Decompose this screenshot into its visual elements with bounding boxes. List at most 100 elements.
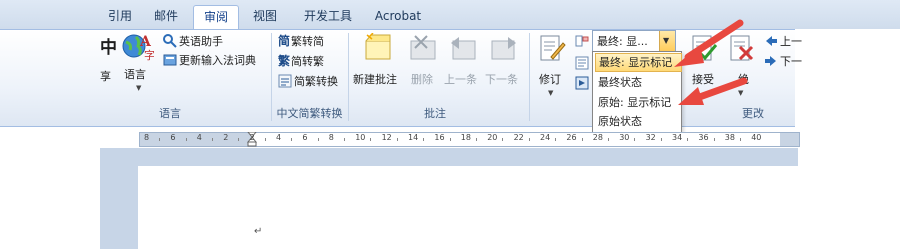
ribbon-tab-bar: 引用 邮件 审阅 视图 开发工具 Acrobat bbox=[0, 0, 900, 30]
ruler-minor-tick bbox=[634, 138, 636, 141]
paragraph-mark: ↵ bbox=[254, 226, 263, 237]
trad-to-simp-label: 繁转简 bbox=[291, 35, 324, 48]
ruler-minor-tick bbox=[687, 138, 689, 141]
ruler-tick-label: 30 bbox=[619, 133, 630, 142]
previous-comment-icon bbox=[451, 37, 476, 60]
conversion-label: 简繁转换 bbox=[294, 75, 338, 88]
comments-group-label: 批注 bbox=[424, 107, 446, 120]
ruler-minor-tick bbox=[660, 138, 662, 141]
balloons-button[interactable] bbox=[575, 33, 589, 50]
next-comment-icon bbox=[491, 37, 516, 60]
simp-to-trad-button[interactable]: 繁简转繁 bbox=[278, 53, 324, 70]
new-comment-label: 新建批注 bbox=[353, 73, 397, 86]
ruler-minor-tick bbox=[291, 138, 293, 141]
conversion-button[interactable]: 简繁转换 bbox=[278, 73, 338, 90]
previous-comment-label: 上一条 bbox=[444, 73, 477, 86]
delete-comment-icon bbox=[410, 35, 436, 60]
language-button[interactable]: A 字 语言 ▼ bbox=[119, 32, 157, 102]
conversion-icon bbox=[278, 74, 292, 88]
ruler-tick-label: 28 bbox=[592, 133, 603, 142]
arrow-head-icon bbox=[678, 87, 704, 105]
ruler-minor-tick bbox=[528, 138, 530, 141]
arrow-pointer-icon bbox=[690, 77, 748, 103]
svg-text:A: A bbox=[139, 34, 152, 50]
language-icon: A 字 bbox=[122, 34, 154, 62]
ruler-minor-tick bbox=[396, 138, 398, 141]
ruler-minor-tick bbox=[185, 138, 187, 141]
ruler-tick-label: 24 bbox=[540, 133, 551, 142]
ruler-minor-tick bbox=[238, 138, 240, 141]
ruler-minor-tick bbox=[555, 138, 557, 141]
balloons-icon bbox=[575, 35, 589, 47]
tab-acrobat[interactable]: Acrobat bbox=[368, 5, 428, 29]
new-comment-button[interactable]: 新建批注 bbox=[353, 33, 403, 88]
previous-change-label: 上一 bbox=[780, 35, 802, 48]
ruler-minor-tick bbox=[423, 138, 425, 141]
tab-view[interactable]: 视图 bbox=[243, 5, 287, 29]
group-separator bbox=[348, 33, 349, 121]
reviewing-pane-button[interactable] bbox=[575, 55, 589, 72]
ruler-tick-label: 26 bbox=[566, 133, 577, 142]
ruler-minor-tick bbox=[476, 138, 477, 141]
tab-mailings[interactable]: 邮件 bbox=[144, 5, 188, 29]
ruler-minor-tick bbox=[581, 138, 583, 141]
trad-to-simp-button[interactable]: 简繁转简 bbox=[278, 33, 324, 50]
ruler-minor-tick bbox=[212, 138, 213, 141]
ruler-minor-tick bbox=[264, 138, 266, 141]
horizontal-ruler[interactable]: 8 6 4 2 2 4 6 8 10 12 14 16 18 20 22 24 26 28 30 32 34 36 38 40 bbox=[139, 132, 800, 147]
ruler-tick-label: 2 bbox=[223, 133, 229, 142]
ruler-tick-label: 34 bbox=[672, 133, 683, 142]
document-page[interactable] bbox=[138, 166, 798, 249]
track-changes-icon bbox=[540, 35, 566, 61]
partial-button-label: 享 bbox=[100, 70, 111, 83]
ruler-tick-label: 20 bbox=[487, 133, 498, 142]
ruler-tick-label: 6 bbox=[170, 133, 176, 142]
reviewing-pane-icon bbox=[575, 56, 589, 70]
ruler-minor-tick bbox=[502, 138, 504, 141]
ruler-minor-tick bbox=[740, 138, 741, 141]
language-label: 语言 bbox=[124, 68, 146, 81]
ruler-tick-label: 40 bbox=[751, 133, 762, 142]
next-change-button[interactable]: 下一 bbox=[764, 53, 802, 70]
next-comment-button[interactable]: 下一条 bbox=[485, 33, 523, 88]
show-markup-icon bbox=[575, 76, 589, 90]
group-separator bbox=[529, 33, 530, 121]
trad-to-simp-icon: 简 bbox=[278, 34, 291, 48]
english-assistant-label: 英语助手 bbox=[179, 35, 223, 48]
ruler-tick-label: 2 bbox=[249, 133, 255, 142]
previous-change-icon bbox=[766, 36, 777, 46]
delete-comment-button[interactable]: 删除 bbox=[409, 33, 437, 88]
display-for-review-value: 最终: 显... bbox=[597, 35, 648, 48]
language-group-label: 语言 bbox=[159, 107, 181, 120]
ruler-tick-label: 10 bbox=[355, 133, 366, 142]
tab-developer[interactable]: 开发工具 bbox=[296, 5, 360, 29]
ruler-tick-label: 38 bbox=[724, 133, 735, 142]
ruler-minor-tick bbox=[159, 138, 161, 141]
next-change-label: 下一 bbox=[780, 55, 802, 68]
share-button[interactable]: 中 享 bbox=[100, 33, 117, 83]
ruler-minor-tick bbox=[344, 138, 345, 141]
next-change-icon bbox=[765, 56, 776, 66]
simp-to-trad-label: 简转繁 bbox=[291, 55, 324, 68]
chevron-down-icon: ▼ bbox=[136, 84, 142, 92]
ruler-tick-label: 6 bbox=[302, 133, 308, 142]
chinese-conversion-group-label: 中文简繁转换 bbox=[276, 107, 343, 120]
track-changes-button[interactable]: 修订 ▼ bbox=[535, 33, 569, 98]
ruler-tick-label: 36 bbox=[698, 133, 709, 142]
simp-to-trad-icon: 繁 bbox=[278, 54, 291, 68]
ruler-tick-label: 12 bbox=[381, 133, 392, 142]
previous-comment-button[interactable]: 上一条 bbox=[444, 33, 482, 88]
tab-review[interactable]: 审阅 bbox=[193, 5, 239, 30]
ruler-tick-label: 14 bbox=[408, 133, 419, 142]
ruler-tick-label: 4 bbox=[196, 133, 202, 142]
english-assistant-button[interactable]: 英语助手 bbox=[163, 33, 223, 50]
previous-change-button[interactable]: 上一 bbox=[764, 33, 802, 50]
svg-text:字: 字 bbox=[144, 48, 154, 62]
tab-references[interactable]: 引用 bbox=[100, 5, 140, 29]
ruler-minor-tick bbox=[449, 138, 451, 141]
show-markup-button[interactable] bbox=[575, 75, 589, 92]
partial-button-glyph: 中 bbox=[100, 38, 117, 58]
update-ime-dictionary-button[interactable]: 更新输入法词典 bbox=[163, 52, 256, 69]
ruler-minor-tick bbox=[370, 138, 372, 141]
next-comment-label: 下一条 bbox=[485, 73, 518, 86]
